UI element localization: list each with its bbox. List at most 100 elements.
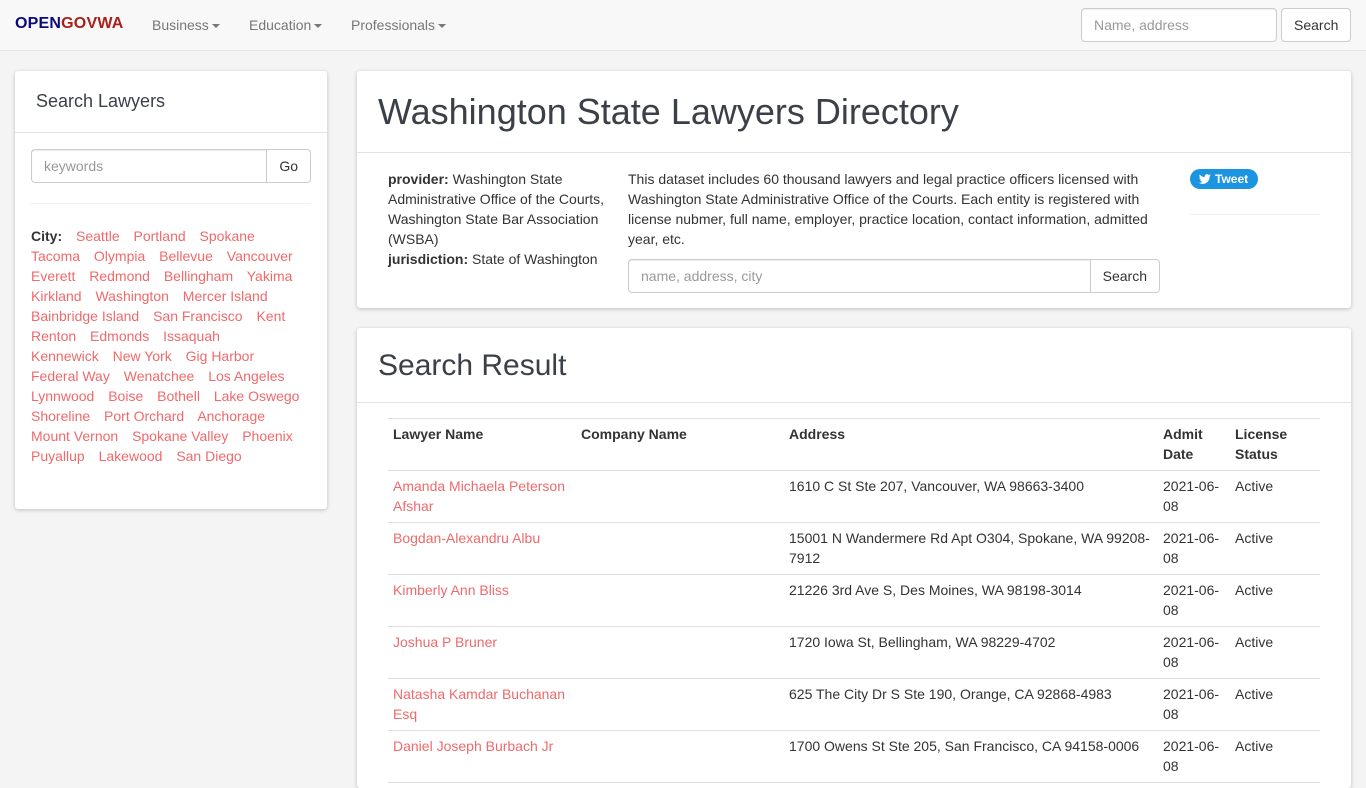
city-link[interactable]: Spokane: [200, 228, 255, 244]
city-link[interactable]: Mercer Island: [183, 288, 268, 304]
admit-date-cell: 2021-06-08: [1163, 738, 1220, 774]
city-link[interactable]: Vancouver: [227, 248, 293, 264]
nav-search-input[interactable]: [1081, 8, 1277, 42]
directory-search-input[interactable]: [628, 259, 1090, 293]
lawyer-name-link[interactable]: Amanda Michaela Peterson Afshar: [393, 478, 565, 514]
city-link[interactable]: Wenatchee: [124, 368, 195, 384]
city-link[interactable]: Kent: [256, 308, 285, 324]
column-header-lawyer-name: Lawyer Name: [388, 418, 576, 471]
tweet-button[interactable]: Tweet: [1190, 169, 1259, 189]
city-link[interactable]: Washington: [95, 288, 168, 304]
city-link[interactable]: New York: [113, 348, 172, 364]
city-link[interactable]: Yakima: [247, 268, 293, 284]
lawyer-name-link[interactable]: Natasha Kamdar Buchanan Esq: [393, 686, 565, 722]
panel-title: Search Lawyers: [15, 71, 327, 133]
city-filter-list: City: Seattle Portland Spokane Tacoma Ol…: [31, 226, 311, 466]
city-link[interactable]: Edmonds: [90, 328, 149, 344]
jurisdiction-label: jurisdiction:: [388, 251, 469, 267]
table-cell: 2021-06-08: [1158, 470, 1230, 523]
table-cell: Active: [1230, 522, 1320, 575]
results-table: Lawyer Name Company Name Address Admit D…: [388, 418, 1320, 783]
city-link[interactable]: Bellingham: [164, 268, 233, 284]
table-cell: [576, 574, 784, 627]
provider-label: provider:: [388, 171, 449, 187]
lawyer-name-link[interactable]: Bogdan-Alexandru Albu: [393, 530, 540, 546]
admit-date-cell: 2021-06-08: [1163, 478, 1220, 514]
page-title: Washington State Lawyers Directory: [378, 91, 959, 132]
city-link[interactable]: Renton: [31, 328, 76, 344]
nav-menu-label: Education: [249, 17, 312, 33]
lawyer-name-link[interactable]: Joshua P Bruner: [393, 634, 497, 650]
city-link[interactable]: Lake Oswego: [214, 388, 300, 404]
city-link[interactable]: Olympia: [94, 248, 145, 264]
table-row: Joshua P Bruner 1720 Iowa St, Bellingham,…: [388, 626, 1320, 679]
city-link[interactable]: Gig Harbor: [186, 348, 254, 364]
table-cell: [576, 626, 784, 679]
nav-menu-business[interactable]: Business: [152, 17, 220, 33]
table-cell: Bogdan-Alexandru Albu: [388, 522, 576, 575]
lawyer-name-link[interactable]: Daniel Joseph Burbach Jr: [393, 738, 553, 754]
city-link[interactable]: Lynnwood: [31, 388, 94, 404]
city-link[interactable]: Puyallup: [31, 448, 85, 464]
column-header-license-status: License Status: [1230, 418, 1320, 471]
jurisdiction-value: State of Washington: [472, 251, 598, 267]
city-link[interactable]: Kennewick: [31, 348, 99, 364]
nav-search-button[interactable]: Search: [1281, 8, 1352, 42]
address-cell: 21226 3rd Ave S, Des Moines, WA 98198-30…: [789, 582, 1082, 598]
city-link[interactable]: Shoreline: [31, 408, 90, 424]
city-link[interactable]: Federal Way: [31, 368, 110, 384]
city-link[interactable]: Bainbridge Island: [31, 308, 139, 324]
caret-down-icon: [314, 24, 323, 29]
city-link[interactable]: Port Orchard: [104, 408, 184, 424]
lawyer-name-link[interactable]: Kimberly Ann Bliss: [393, 582, 509, 598]
city-link[interactable]: Bothell: [157, 388, 200, 404]
table-cell: Amanda Michaela Peterson Afshar: [388, 470, 576, 523]
dataset-metadata: provider: Washington State Administrativ…: [388, 169, 613, 269]
city-link[interactable]: Kirkland: [31, 288, 82, 304]
city-link[interactable]: Portland: [134, 228, 186, 244]
city-link[interactable]: Spokane Valley: [132, 428, 228, 444]
keyword-input[interactable]: [31, 149, 267, 183]
top-navbar: OPENGOVWA Business Education Professiona…: [0, 0, 1366, 51]
city-link[interactable]: Lakewood: [99, 448, 163, 464]
city-link[interactable]: Anchorage: [197, 408, 265, 424]
admit-date-cell: 2021-06-08: [1163, 686, 1220, 722]
brand-part-open: OPEN: [15, 15, 62, 32]
city-link[interactable]: Seattle: [76, 228, 120, 244]
divider: [1190, 214, 1320, 215]
nav-menu-label: Business: [152, 17, 209, 33]
table-cell: Active: [1230, 730, 1320, 783]
brand-logo[interactable]: OPENGOVWA: [15, 15, 124, 33]
twitter-bird-icon: [1199, 174, 1211, 184]
table-cell: [576, 730, 784, 783]
table-row: Amanda Michaela Peterson Afshar 1610 C St…: [388, 470, 1320, 523]
table-cell: Daniel Joseph Burbach Jr: [388, 730, 576, 783]
column-header-company-name: Company Name: [576, 418, 784, 471]
nav-menu-professionals[interactable]: Professionals: [351, 17, 447, 33]
table-cell: 1720 Iowa St, Bellingham, WA 98229-4702: [784, 626, 1158, 679]
city-link[interactable]: Boise: [108, 388, 143, 404]
city-link[interactable]: San Francisco: [153, 308, 242, 324]
directory-search-button[interactable]: Search: [1089, 259, 1160, 293]
city-link[interactable]: Los Angeles: [208, 368, 284, 384]
city-link[interactable]: Mount Vernon: [31, 428, 118, 444]
go-button[interactable]: Go: [266, 149, 311, 183]
directory-search-form: Search: [628, 259, 1160, 293]
city-link[interactable]: San Diego: [176, 448, 241, 464]
city-link[interactable]: Redmond: [89, 268, 150, 284]
divider: [31, 203, 311, 204]
city-link[interactable]: Issaquah: [163, 328, 220, 344]
city-link[interactable]: Phoenix: [242, 428, 293, 444]
city-link[interactable]: Tacoma: [31, 248, 80, 264]
city-link[interactable]: Everett: [31, 268, 75, 284]
city-link[interactable]: Bellevue: [159, 248, 213, 264]
tweet-label: Tweet: [1215, 172, 1249, 186]
nav-menu-education[interactable]: Education: [249, 17, 323, 33]
column-header-address: Address: [784, 418, 1158, 471]
table-header-row: Lawyer Name Company Name Address Admit D…: [388, 418, 1320, 471]
brand-part-govwa: GOVWA: [61, 15, 124, 32]
dataset-description: This dataset includes 60 thousand lawyer…: [628, 171, 1148, 247]
license-status-cell: Active: [1235, 582, 1274, 598]
table-cell: Active: [1230, 678, 1320, 731]
table-cell: 1700 Owens St Ste 205, San Francisco, CA…: [784, 730, 1158, 783]
